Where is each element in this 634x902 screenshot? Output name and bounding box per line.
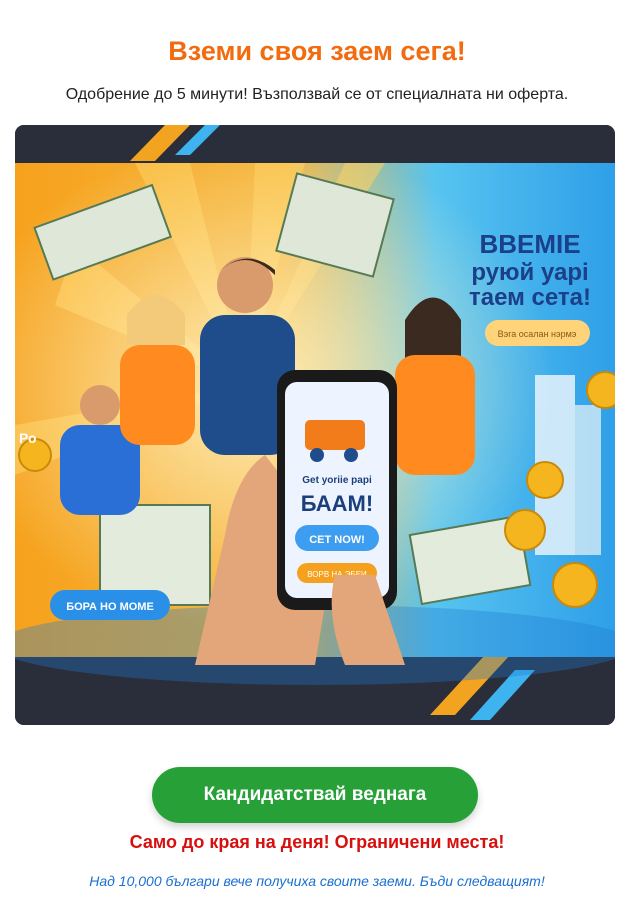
urgency-message: Само до края на деня! Ограничени места! bbox=[129, 832, 505, 852]
phone-big-text: БААМ! bbox=[301, 491, 373, 516]
page-subtitle: Одобрение до 5 минути! Възползвай се от … bbox=[65, 86, 569, 103]
banner-headline-button: Вэга осалан нэрмэ bbox=[498, 329, 577, 339]
social-proof-message: Над 10,000 българи вече получиха своите … bbox=[89, 873, 545, 889]
banner-left-button: БОРА НО МОМЕ bbox=[66, 601, 154, 613]
banner-headline-line1: BBEMIE bbox=[479, 229, 580, 259]
promo-banner-image: Get yoriie papi БААМ! CET NOW! ВОРВ НА Э… bbox=[15, 125, 615, 725]
phone-cta-text: CET NOW! bbox=[309, 534, 365, 546]
banner-headline-line2: руюй уарі bbox=[471, 259, 588, 286]
phone-small-text: Get yoriie papi bbox=[302, 475, 372, 486]
banner-left-edge-text: Ро bbox=[19, 430, 37, 446]
apply-now-button[interactable]: Кандидатствай веднага bbox=[152, 767, 478, 823]
banner-headline-line3: таем сета! bbox=[469, 284, 591, 311]
promo-illustration: Get yoriie papi БААМ! CET NOW! ВОРВ НА Э… bbox=[15, 125, 615, 725]
page-title: Вземи своя заем сега! bbox=[168, 36, 466, 66]
